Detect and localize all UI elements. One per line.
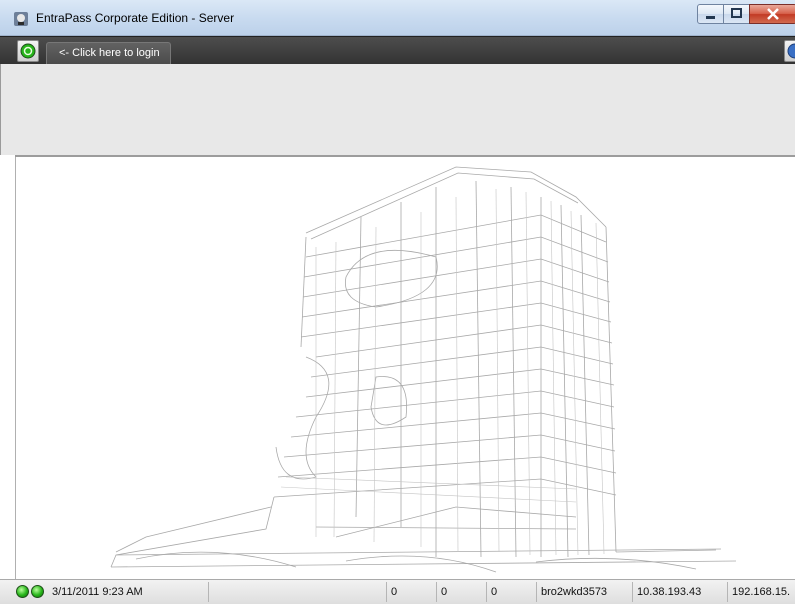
status-workstation: bro2wkd3573: [541, 586, 608, 598]
status-divider: [436, 582, 437, 602]
close-button[interactable]: [749, 4, 795, 24]
status-counter: 0: [391, 586, 398, 598]
status-led-icon: [20, 43, 36, 59]
toolbar: <- Click here to login: [0, 36, 795, 65]
maximize-icon: [731, 8, 742, 18]
status-divider: [632, 582, 633, 602]
app-icon: [14, 12, 28, 26]
window-title-bar[interactable]: EntraPass Corporate Edition - Server: [0, 0, 795, 36]
status-ip-secondary: 192.168.15.: [732, 586, 791, 598]
connection-status-button[interactable]: [17, 40, 39, 62]
maximize-button[interactable]: [723, 4, 750, 24]
status-led-icon: [31, 585, 44, 598]
status-ip-primary: 10.38.193.43: [637, 586, 702, 598]
minimize-icon: [706, 16, 715, 19]
status-divider: [727, 582, 728, 602]
status-bar: 3/11/2011 9:23 AM 0 0 0 bro2wkd3573 10.3…: [0, 579, 795, 604]
close-icon: [767, 8, 779, 20]
status-led-icon: [16, 585, 29, 598]
status-divider: [536, 582, 537, 602]
status-counter: 0: [491, 586, 498, 598]
help-icon: [787, 43, 795, 59]
status-divider: [486, 582, 487, 602]
minimize-button[interactable]: [697, 4, 724, 24]
main-canvas: [15, 157, 795, 579]
status-divider: [208, 582, 209, 602]
login-tab[interactable]: <- Click here to login: [46, 42, 171, 65]
status-counter: 0: [441, 586, 448, 598]
status-divider: [386, 582, 387, 602]
window-title: EntraPass Corporate Edition - Server: [36, 11, 235, 25]
status-datetime: 3/11/2011 9:23 AM: [52, 586, 143, 598]
help-button[interactable]: [784, 40, 795, 62]
building-wireframe-illustration: [110, 166, 737, 573]
toolbar-panel: [0, 64, 795, 155]
